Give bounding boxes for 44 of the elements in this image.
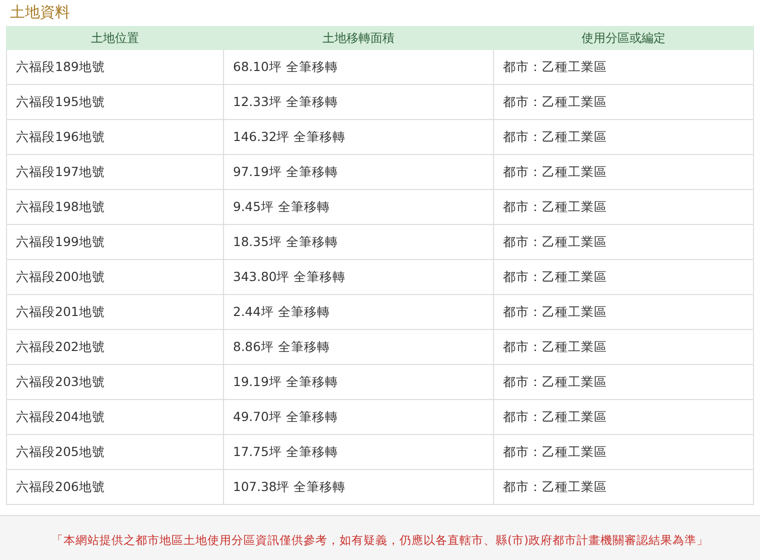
section-title: 土地資料: [9, 2, 71, 23]
column-header: 土地位置: [6, 26, 224, 50]
table-cell: 146.32坪 全筆移轉: [224, 120, 494, 154]
table-cell: 49.70坪 全筆移轉: [224, 400, 494, 434]
table-cell: 都市：乙種工業區: [494, 190, 754, 224]
table-cell: 8.86坪 全筆移轉: [224, 330, 494, 364]
column-header: 使用分區或編定: [494, 26, 754, 50]
table-cell: 都市：乙種工業區: [494, 294, 754, 330]
column-header: 土地移轉面積: [224, 26, 494, 50]
table-cell: 六福段200地號: [6, 260, 224, 294]
table-cell: 六福段202地號: [6, 330, 224, 364]
table-cell: 都市：乙種工業區: [494, 50, 754, 84]
table-cell: 9.45坪 全筆移轉: [224, 190, 494, 224]
table-cell: 68.10坪 全筆移轉: [224, 50, 494, 84]
table-cell: 都市：乙種工業區: [494, 84, 754, 120]
table-cell: 六福段199地號: [6, 224, 224, 260]
table-cell: 343.80坪 全筆移轉: [224, 260, 494, 294]
table-cell: 2.44坪 全筆移轉: [224, 294, 494, 330]
table-cell: 17.75坪 全筆移轉: [224, 434, 494, 470]
table-cell: 18.35坪 全筆移轉: [224, 224, 494, 260]
table-cell: 六福段204地號: [6, 400, 224, 434]
table-cell: 97.19坪 全筆移轉: [224, 154, 494, 190]
table-cell: 都市：乙種工業區: [494, 400, 754, 434]
disclaimer-text: 「本網站提供之都市地區土地使用分區資訊僅供參考，如有疑義，仍應以各直轄市、縣(市)政府都市計畫機關審認結果為準」: [52, 532, 708, 548]
table-cell: 都市：乙種工業區: [494, 434, 754, 470]
table-cell: 19.19坪 全筆移轉: [224, 364, 494, 400]
table-cell: 都市：乙種工業區: [494, 120, 754, 154]
table-cell: 六福段203地號: [6, 364, 224, 400]
table-cell: 六福段189地號: [6, 50, 224, 84]
table-cell: 六福段201地號: [6, 294, 224, 330]
table-cell: 12.33坪 全筆移轉: [224, 84, 494, 120]
table-cell: 都市：乙種工業區: [494, 224, 754, 260]
table-cell: 107.38坪 全筆移轉: [224, 470, 494, 504]
table-cell: 都市：乙種工業區: [494, 260, 754, 294]
table-cell: 六福段196地號: [6, 120, 224, 154]
table-cell: 都市：乙種工業區: [494, 364, 754, 400]
table-cell: 六福段198地號: [6, 190, 224, 224]
table-cell: 都市：乙種工業區: [494, 470, 754, 504]
table-cell: 六福段205地號: [6, 434, 224, 470]
table-cell: 都市：乙種工業區: [494, 330, 754, 364]
table-cell: 六福段195地號: [6, 84, 224, 120]
table-cell: 六福段206地號: [6, 470, 224, 504]
table-cell: 六福段197地號: [6, 154, 224, 190]
table-cell: 都市：乙種工業區: [494, 154, 754, 190]
